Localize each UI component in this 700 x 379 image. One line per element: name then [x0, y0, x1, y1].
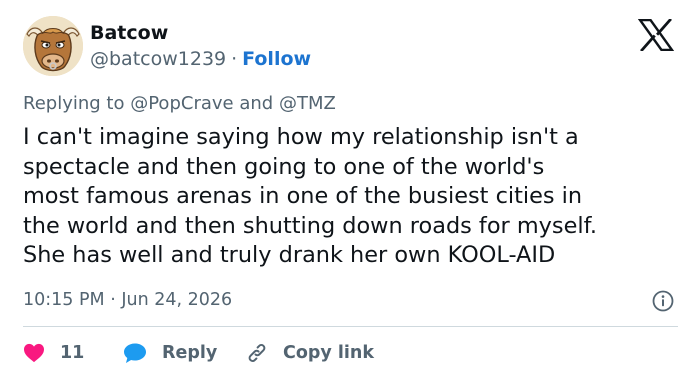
reply-prefix: Replying to — [23, 93, 125, 114]
mention-popcrave[interactable]: @PopCrave — [130, 93, 233, 114]
divider — [23, 326, 678, 327]
tweet-line: spectacle and then going to one of the w… — [23, 153, 545, 180]
tweet-timestamp[interactable]: 10:15 PM · Jun 24, 2026 — [23, 288, 232, 312]
user-handle[interactable]: @batcow1239 — [90, 48, 226, 70]
reply-context: Replying to @PopCrave and @TMZ — [23, 92, 336, 116]
tweet-line: I can't imagine saying how my relationsh… — [23, 124, 579, 150]
tweet-line: the world and then shutting down roads f… — [23, 212, 597, 239]
reply-label: Reply — [162, 343, 218, 363]
separator-dot: · — [231, 48, 238, 70]
copy-link-button[interactable]: Copy link — [245, 341, 374, 365]
tweet-card: Batcow @batcow1239 · Follow Replying to @P… — [0, 0, 700, 379]
copy-link-label: Copy link — [283, 343, 374, 363]
handle-row: @batcow1239 · Follow — [90, 47, 311, 71]
display-name[interactable]: Batcow — [90, 21, 168, 45]
bull-avatar-icon — [23, 16, 83, 76]
tweet-line: She has well and truly drank her own KOO… — [23, 242, 556, 268]
heart-icon — [24, 343, 44, 363]
mention-tmz[interactable]: @TMZ — [279, 93, 336, 114]
action-bar: 11 Reply Copy link — [23, 340, 374, 366]
avatar[interactable] — [23, 16, 83, 76]
follow-button[interactable]: Follow — [242, 48, 311, 70]
reply-button[interactable]: Reply — [123, 341, 245, 365]
x-logo-icon[interactable] — [637, 18, 675, 52]
tweet-line: most famous arenas in one of the busiest… — [23, 183, 583, 209]
chat-bubble-icon — [124, 343, 146, 363]
info-icon[interactable] — [652, 290, 674, 312]
tweet-body: I can't imagine saying how my relationsh… — [23, 123, 693, 271]
link-icon — [248, 344, 266, 362]
like-button[interactable]: 11 — [23, 341, 123, 365]
like-count: 11 — [60, 343, 85, 363]
reply-joiner: and — [239, 93, 274, 114]
